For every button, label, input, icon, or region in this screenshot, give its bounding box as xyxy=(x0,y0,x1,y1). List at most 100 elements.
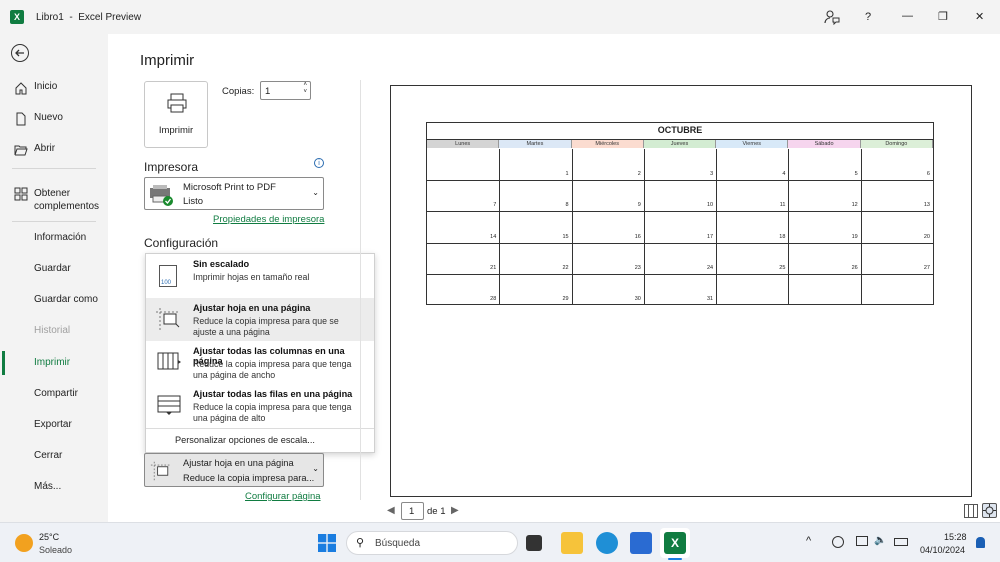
edge-icon[interactable] xyxy=(596,532,618,554)
day-cell: 16 xyxy=(634,233,641,240)
clock-date[interactable]: 04/10/2024 xyxy=(920,545,965,555)
nav-item-mas[interactable]: Más... xyxy=(0,481,108,492)
restore-icon[interactable]: ❐ xyxy=(938,10,948,23)
zoom-to-page-icon[interactable] xyxy=(982,503,997,518)
close-icon[interactable]: ✕ xyxy=(975,10,984,23)
printer-properties-link[interactable]: Propiedades de impresora xyxy=(213,214,324,225)
prev-page-icon[interactable]: ◀ xyxy=(387,505,395,516)
spin-down-icon[interactable]: ˅ xyxy=(303,89,307,95)
notification-icon[interactable] xyxy=(976,537,985,548)
help-icon[interactable]: ? xyxy=(865,11,871,23)
page-setup-link[interactable]: Configurar página xyxy=(245,491,321,502)
printer-dropdown[interactable]: Microsoft Print to PDF Listo ⌄ xyxy=(144,177,324,210)
day-cell: 21 xyxy=(490,264,497,271)
day-cell: 28 xyxy=(490,296,497,302)
task-view-icon[interactable] xyxy=(526,535,542,551)
scaling-dropdown[interactable]: Ajustar hoja en una página Reduce la cop… xyxy=(144,453,324,487)
page-number-input[interactable]: 1 xyxy=(401,502,424,520)
feedback-icon[interactable] xyxy=(824,9,840,26)
excel-taskbar-icon[interactable]: X xyxy=(664,532,686,554)
copies-input[interactable]: 1 ˄ ˅ xyxy=(260,81,311,100)
weather-desc[interactable]: Soleado xyxy=(39,545,72,555)
day-cell: 29 xyxy=(562,296,569,302)
excel-logo-icon: X xyxy=(10,10,24,24)
menu-item-title: Ajustar todas las filas en una página xyxy=(193,389,353,399)
nav-item-informacion[interactable]: Información xyxy=(0,232,108,243)
day-cell: 26 xyxy=(851,264,858,271)
new-document-icon xyxy=(16,112,26,126)
file-explorer-icon[interactable] xyxy=(561,532,583,554)
nav-item-compartir[interactable]: Compartir xyxy=(0,388,108,399)
open-folder-icon xyxy=(14,145,28,156)
day-cell: 27 xyxy=(923,264,930,271)
day-cell: 22 xyxy=(562,264,569,271)
nav-item-abrir[interactable]: Abrir xyxy=(0,143,108,157)
network-security-icon[interactable] xyxy=(832,536,844,548)
day-cell: 15 xyxy=(562,233,569,240)
printer-status: Listo xyxy=(183,196,204,207)
display-icon[interactable] xyxy=(856,536,868,546)
week-divider xyxy=(427,242,933,244)
menu-item-desc: Reduce la copia impresa para que tenga xyxy=(193,402,352,412)
nav-divider xyxy=(12,168,96,169)
day-cell: 4 xyxy=(782,171,786,178)
store-icon[interactable] xyxy=(630,532,652,554)
scaling-option-no-scaling[interactable]: 100 Sin escalado Imprimir hojas en tamañ… xyxy=(146,254,374,297)
week-divider xyxy=(427,211,933,213)
spin-up-icon[interactable]: ˄ xyxy=(303,82,307,88)
nav-item-exportar[interactable]: Exportar xyxy=(0,419,108,430)
day-cell: 19 xyxy=(851,233,858,240)
clock-time[interactable]: 15:28 xyxy=(944,532,967,542)
day-header: Lunes xyxy=(427,140,500,148)
nav-item-guardar[interactable]: Guardar xyxy=(0,263,108,274)
title-bar: X Libro1 - Excel Preview ? — ❐ ✕ xyxy=(0,0,1000,34)
day-cell: 1 xyxy=(565,171,569,178)
taskbar-search[interactable]: ⚲ Búsqueda xyxy=(346,531,518,555)
day-cell: 11 xyxy=(779,202,786,209)
day-cell: 12 xyxy=(851,202,858,209)
scaling-selected-desc: Reduce la copia impresa para... xyxy=(183,473,315,483)
scaling-option-fit-columns[interactable]: Ajustar todas las columnas en una página… xyxy=(146,341,374,384)
nav-label: Nuevo xyxy=(34,112,63,123)
day-cell: 24 xyxy=(707,264,714,271)
menu-item-desc: Reduce la copia impresa para que se xyxy=(193,316,339,326)
nav-item-complementos[interactable]: Obtener complementos xyxy=(0,187,108,213)
scaling-option-fit-rows[interactable]: Ajustar todas las filas en una página Re… xyxy=(146,384,374,427)
weather-temp[interactable]: 25°C xyxy=(39,532,59,542)
windows-start-icon[interactable] xyxy=(318,534,336,552)
back-icon[interactable] xyxy=(11,44,29,62)
no-scaling-icon-text: 100 xyxy=(161,280,172,286)
custom-scaling-option[interactable]: Personalizar opciones de escala... xyxy=(175,435,315,445)
search-icon: ⚲ xyxy=(356,537,365,549)
nav-item-cerrar[interactable]: Cerrar xyxy=(0,450,108,461)
calendar-grid: 1 2 3 4 5 6 7 8 9 10 11 12 13 14 15 16 17 18 19 20 21 22 23 24 2… xyxy=(427,149,933,305)
minimize-icon[interactable]: — xyxy=(902,10,913,22)
next-page-icon[interactable]: ▶ xyxy=(451,505,459,516)
search-placeholder: Búsqueda xyxy=(375,538,421,549)
show-margins-icon[interactable] xyxy=(964,504,978,518)
chevron-up-icon[interactable]: ^ xyxy=(806,535,811,547)
day-cell: 14 xyxy=(490,233,497,240)
chevron-down-icon: ⌄ xyxy=(312,464,319,473)
menu-item-desc: una página de alto xyxy=(193,413,266,423)
nav-item-historial: Historial xyxy=(34,325,71,336)
scaling-option-fit-sheet[interactable]: Ajustar hoja en una página Reduce la cop… xyxy=(146,298,374,341)
nav-item-inicio[interactable]: Inicio xyxy=(0,81,108,95)
volume-icon[interactable]: 🔈 xyxy=(874,535,886,546)
day-cell: 6 xyxy=(926,171,930,178)
nav-item-nuevo[interactable]: Nuevo xyxy=(0,112,108,126)
day-header: Miércoles xyxy=(571,140,644,148)
nav-item-imprimir[interactable]: Imprimir xyxy=(0,357,108,368)
info-icon[interactable]: i xyxy=(314,158,324,168)
menu-item-desc: Reduce la copia impresa para que tenga xyxy=(193,359,352,369)
printer-ready-icon xyxy=(150,185,173,206)
day-cell: 31 xyxy=(707,296,714,302)
sun-icon[interactable] xyxy=(15,534,33,552)
copies-label: Copias: xyxy=(222,86,255,97)
menu-divider xyxy=(146,428,374,429)
print-button-label: Imprimir xyxy=(158,125,194,136)
print-button[interactable]: Imprimir xyxy=(144,81,208,148)
nav-item-guardar-como[interactable]: Guardar como xyxy=(0,294,108,305)
nav-label: Obtener xyxy=(34,188,71,199)
battery-icon[interactable] xyxy=(894,538,908,546)
